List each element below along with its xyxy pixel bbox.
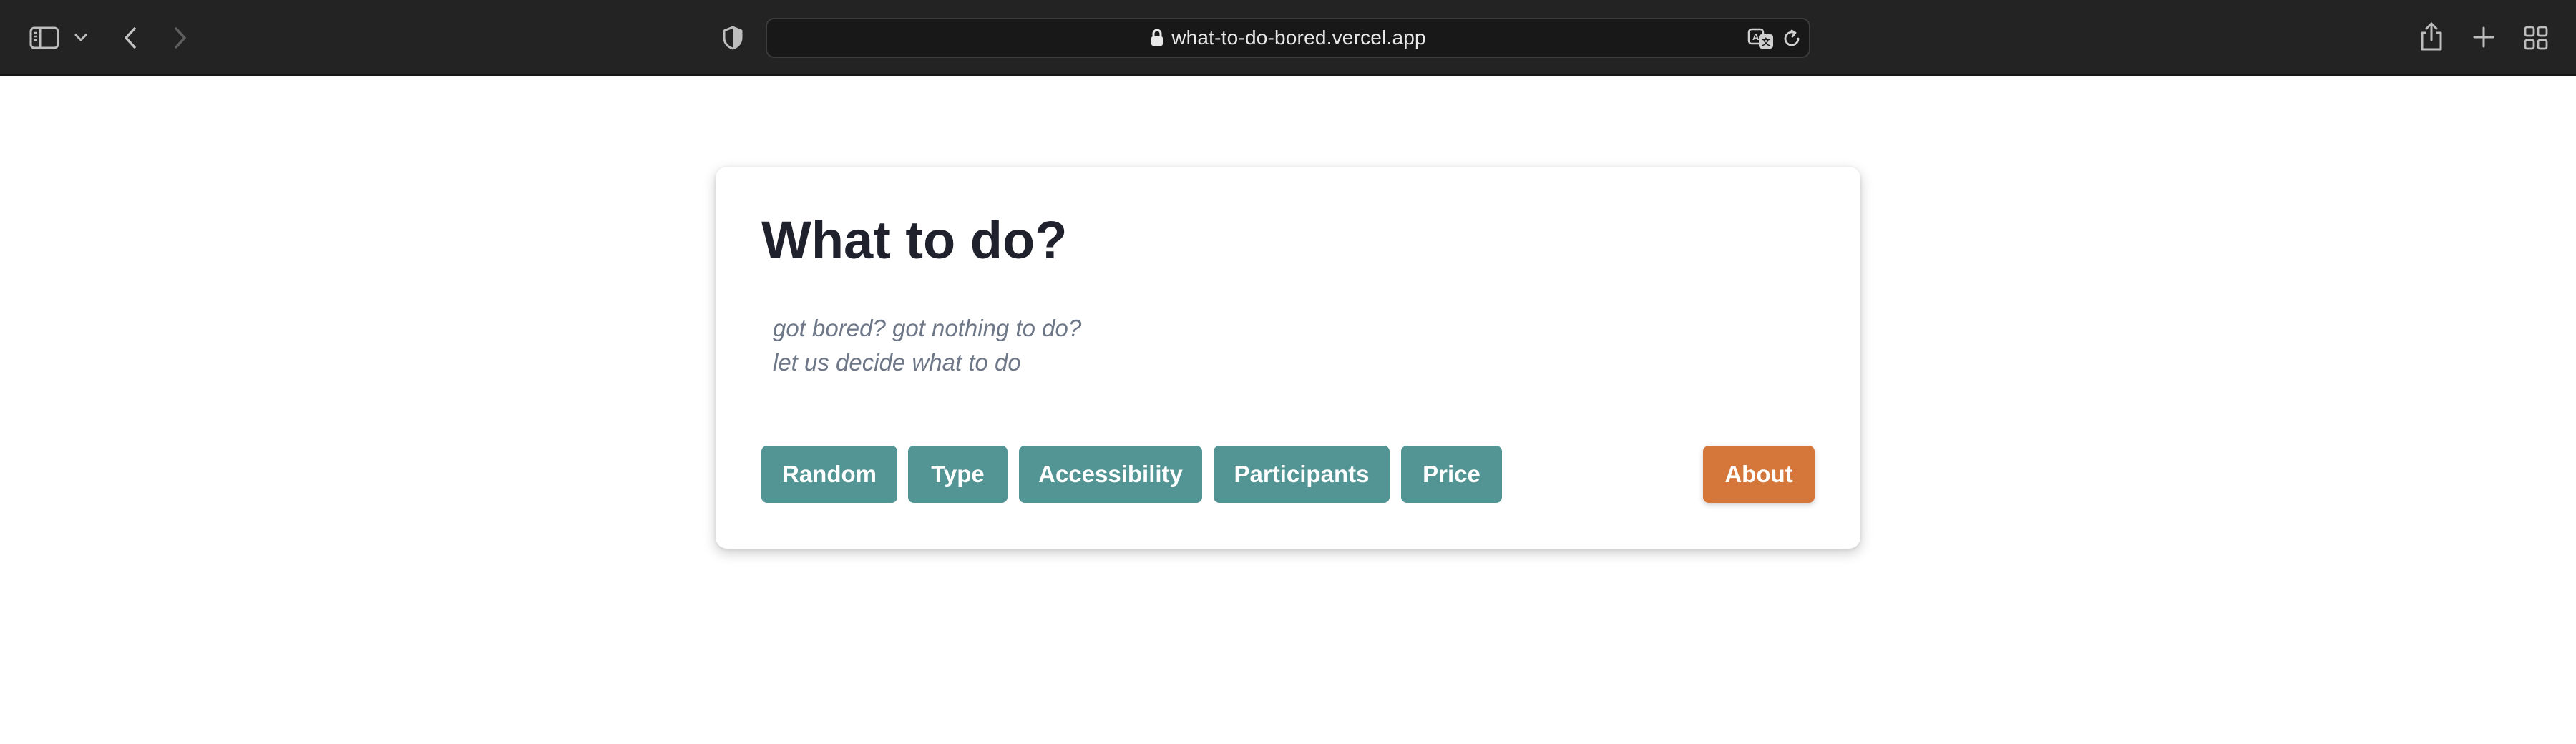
back-icon[interactable]	[117, 24, 143, 52]
translate-icon[interactable]: A 文	[1747, 27, 1775, 50]
address-bar[interactable]: what-to-do-bored.vercel.app A 文	[766, 18, 1810, 58]
forward-icon[interactable]	[167, 24, 193, 52]
share-icon[interactable]	[2417, 20, 2446, 53]
reload-icon[interactable]	[1782, 29, 1802, 49]
type-button[interactable]: Type	[908, 446, 1008, 503]
subtitle: got bored? got nothing to do? let us dec…	[773, 311, 1081, 380]
random-button[interactable]: Random	[761, 446, 897, 503]
url-text: what-to-do-bored.vercel.app	[1171, 26, 1426, 49]
price-button[interactable]: Price	[1401, 446, 1502, 503]
lock-icon	[1150, 29, 1164, 47]
sidebar-toggle-icon[interactable]	[27, 24, 62, 52]
browser-toolbar: what-to-do-bored.vercel.app A 文	[0, 0, 2576, 76]
chevron-down-icon[interactable]	[72, 29, 90, 47]
accessibility-button[interactable]: Accessibility	[1019, 446, 1202, 503]
new-tab-icon[interactable]	[2470, 24, 2497, 51]
main-card: What to do? got bored? got nothing to do…	[716, 167, 1860, 549]
participants-button[interactable]: Participants	[1214, 446, 1390, 503]
privacy-shield-icon[interactable]	[718, 24, 747, 52]
subtitle-line-1: got bored? got nothing to do?	[773, 315, 1082, 341]
subtitle-line-2: let us decide what to do	[773, 349, 1021, 376]
about-button[interactable]: About	[1703, 446, 1815, 503]
svg-text:文: 文	[1762, 36, 1771, 47]
svg-text:A: A	[1752, 31, 1760, 42]
tab-overview-icon[interactable]	[2522, 24, 2550, 52]
page-title: What to do?	[761, 210, 1068, 270]
